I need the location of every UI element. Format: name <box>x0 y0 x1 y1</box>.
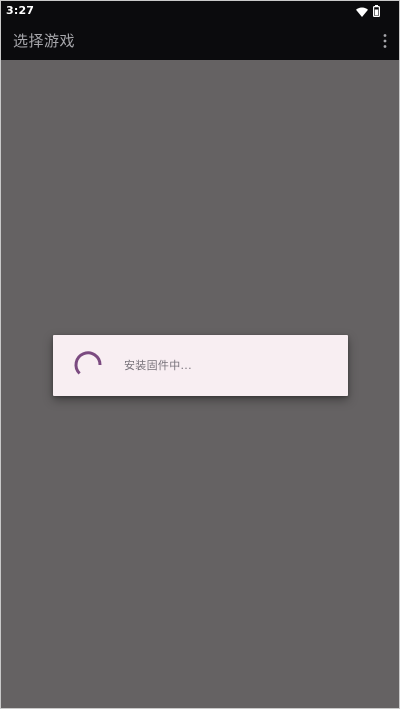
progress-spinner-icon <box>72 349 104 381</box>
screen: 3:27 选择游戏 安装固件中... <box>0 0 400 709</box>
progress-dialog: 安装固件中... <box>53 335 348 396</box>
battery-icon <box>373 2 381 21</box>
wifi-icon <box>356 2 368 21</box>
app-bar: 选择游戏 <box>0 22 400 60</box>
status-icons <box>356 2 381 21</box>
app-title: 选择游戏 <box>13 32 76 50</box>
more-vert-icon[interactable] <box>379 32 391 50</box>
status-time: 3:27 <box>6 4 35 17</box>
status-bar: 3:27 <box>0 0 400 22</box>
dialog-message: 安装固件中... <box>124 359 192 372</box>
